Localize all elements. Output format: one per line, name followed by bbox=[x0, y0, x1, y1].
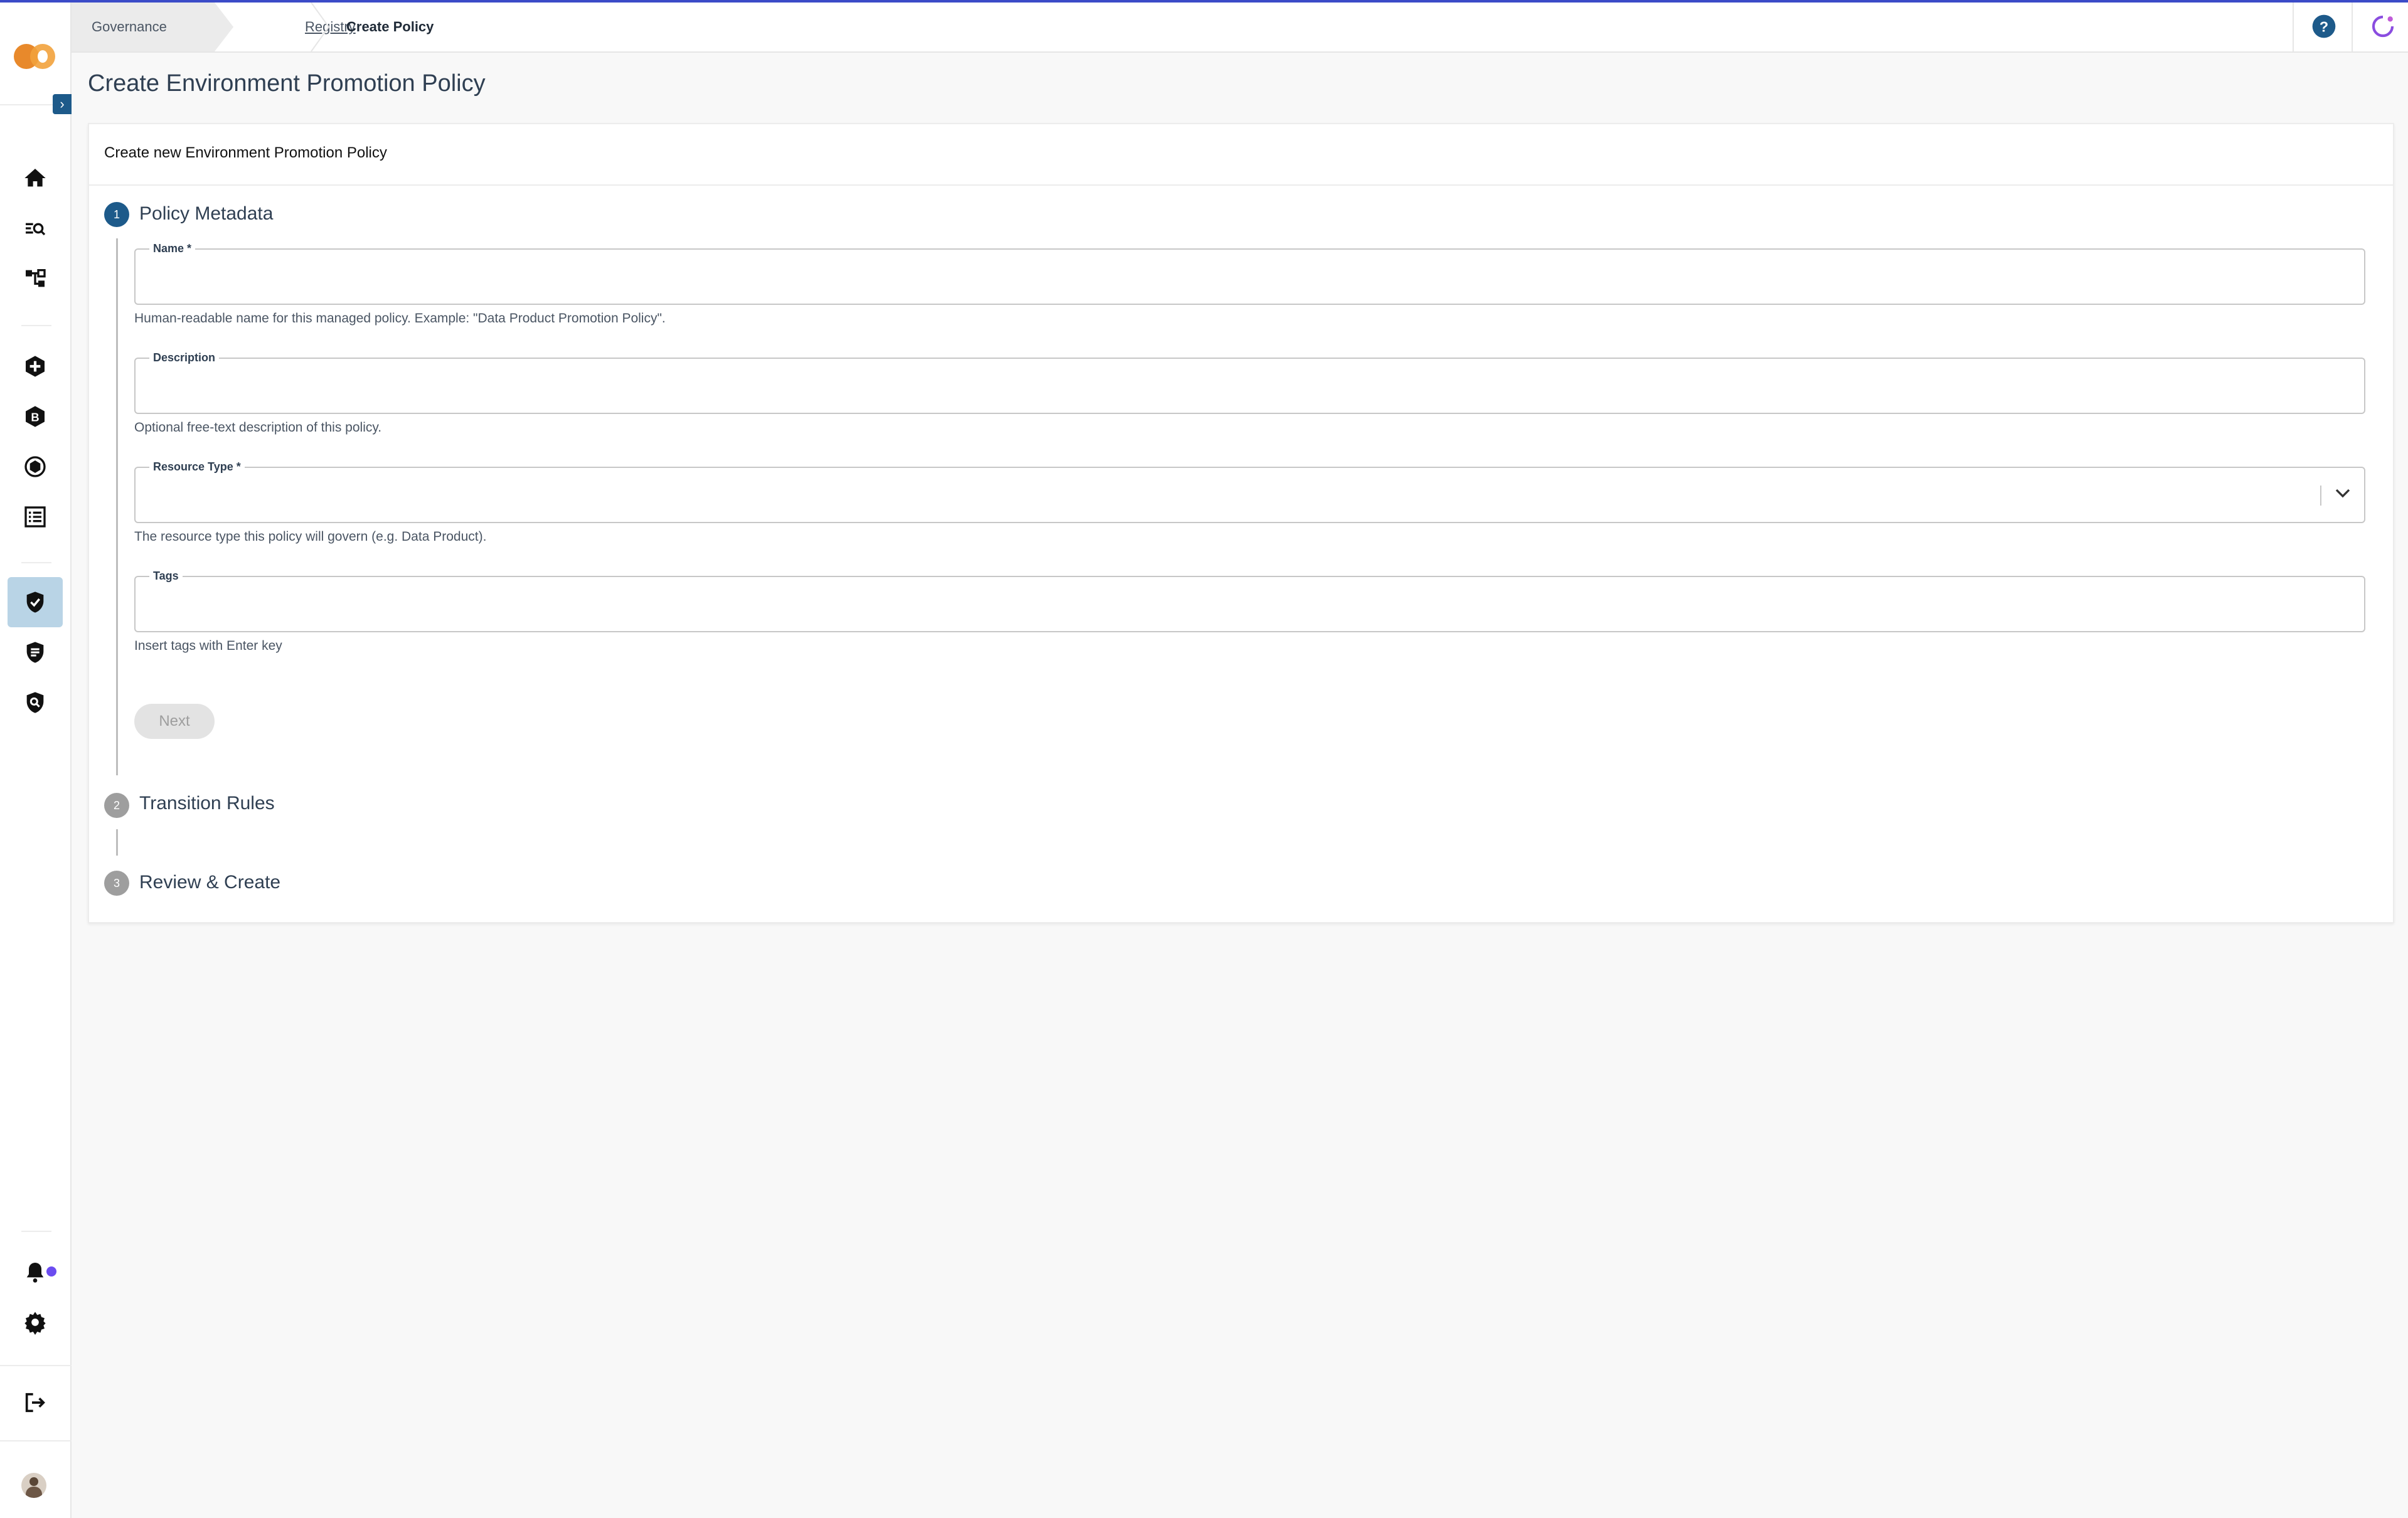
svg-text:B: B bbox=[31, 411, 39, 424]
name-helper-text: Human-readable name for this managed pol… bbox=[134, 311, 666, 326]
step-2-indicator: 2 bbox=[104, 793, 129, 818]
sidebar-divider bbox=[21, 325, 51, 326]
tags-helper-text: Insert tags with Enter key bbox=[134, 639, 282, 653]
search-list-icon[interactable] bbox=[23, 216, 48, 241]
step-3-indicator: 3 bbox=[104, 871, 129, 896]
tags-field[interactable]: Tags bbox=[134, 568, 2365, 632]
create-policy-card: Create new Environment Promotion Policy … bbox=[88, 123, 2394, 923]
list-icon[interactable] bbox=[23, 504, 48, 529]
logout-icon[interactable] bbox=[23, 1390, 48, 1415]
help-button[interactable]: ? bbox=[2293, 3, 2352, 51]
sidebar: › B bbox=[0, 3, 72, 1518]
resource-type-select[interactable]: Resource Type * bbox=[134, 459, 2365, 523]
description-field-label: Description bbox=[149, 350, 220, 365]
description-helper-text: Optional free-text description of this p… bbox=[134, 420, 382, 435]
shield-check-icon[interactable] bbox=[23, 590, 48, 615]
app-logo[interactable] bbox=[14, 43, 58, 70]
step-connector bbox=[116, 238, 118, 775]
step-3-label[interactable]: Review & Create bbox=[139, 872, 280, 893]
breadcrumb-current: Create Policy bbox=[346, 19, 434, 34]
card-title: Create new Environment Promotion Policy bbox=[104, 144, 387, 161]
home-icon[interactable] bbox=[23, 166, 48, 191]
name-field[interactable]: Name * bbox=[134, 241, 2365, 305]
shield-search-icon[interactable] bbox=[23, 690, 48, 715]
breadcrumb-governance[interactable]: Governance bbox=[72, 3, 233, 51]
assistant-icon bbox=[2372, 15, 2394, 38]
sidebar-expand-button[interactable]: › bbox=[53, 94, 72, 114]
page-title: Create Environment Promotion Policy bbox=[88, 70, 486, 97]
svg-text:?: ? bbox=[2320, 18, 2328, 34]
shield-list-icon[interactable] bbox=[23, 640, 48, 665]
sidebar-divider bbox=[21, 562, 51, 563]
next-button[interactable]: Next bbox=[134, 704, 215, 739]
resource-type-input[interactable] bbox=[148, 479, 2284, 512]
top-bar: Governance Registry Create Policy ? bbox=[72, 3, 2408, 53]
name-input[interactable] bbox=[148, 261, 2347, 294]
sidebar-divider bbox=[0, 1365, 72, 1366]
tags-field-label: Tags bbox=[149, 568, 183, 583]
cross-hexagon-icon[interactable] bbox=[23, 354, 48, 379]
card-divider bbox=[89, 184, 2393, 186]
description-field[interactable]: Description bbox=[134, 350, 2365, 414]
resource-type-helper-text: The resource type this policy will gover… bbox=[134, 529, 487, 544]
ai-assistant-button[interactable] bbox=[2352, 3, 2408, 51]
notification-dot bbox=[46, 1266, 56, 1276]
step-connector bbox=[116, 829, 118, 856]
step-1-indicator: 1 bbox=[104, 202, 129, 227]
sidebar-divider bbox=[21, 1231, 51, 1232]
sidebar-divider bbox=[0, 1440, 72, 1441]
step-2-label[interactable]: Transition Rules bbox=[139, 793, 275, 814]
step-1-label[interactable]: Policy Metadata bbox=[139, 203, 273, 225]
breadcrumb-registry[interactable]: Registry bbox=[215, 3, 359, 51]
name-field-label: Name * bbox=[149, 241, 196, 256]
gear-hexagon-icon[interactable] bbox=[23, 454, 48, 479]
chevron-down-icon[interactable] bbox=[2330, 480, 2355, 506]
description-input[interactable] bbox=[148, 370, 2347, 403]
avatar[interactable] bbox=[21, 1473, 46, 1498]
settings-icon[interactable] bbox=[23, 1310, 48, 1335]
b-hexagon-icon[interactable]: B bbox=[23, 404, 48, 429]
select-separator bbox=[2320, 486, 2321, 506]
tags-input[interactable] bbox=[148, 588, 2347, 621]
help-icon: ? bbox=[2312, 14, 2336, 38]
resource-type-label: Resource Type * bbox=[149, 459, 245, 474]
bell-icon[interactable] bbox=[23, 1260, 48, 1285]
hierarchy-icon[interactable] bbox=[23, 266, 48, 291]
